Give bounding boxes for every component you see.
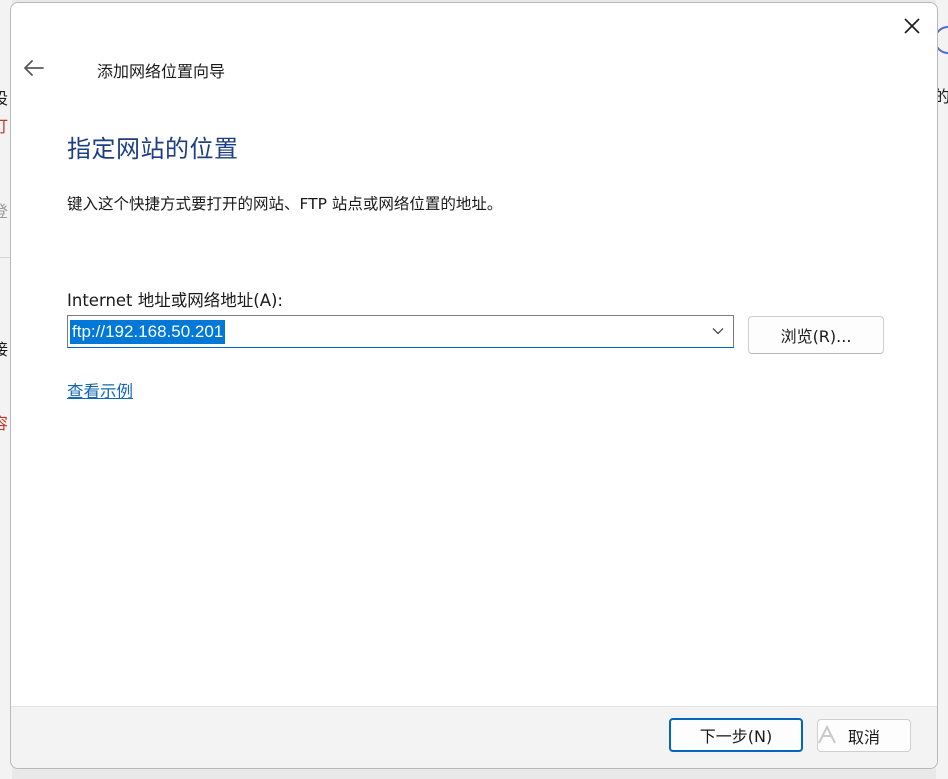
cancel-button[interactable]: 取消	[817, 719, 911, 752]
background-text-fragment: 设	[0, 90, 9, 108]
address-label: Internet 地址或网络地址(A):	[67, 291, 283, 310]
close-icon	[904, 18, 920, 34]
address-dropdown-button[interactable]	[707, 320, 729, 342]
address-combobox[interactable]: ftp://192.168.50.201	[67, 315, 734, 348]
background-text-fragment: 打	[0, 118, 9, 136]
address-input-value[interactable]: ftp://192.168.50.201	[70, 319, 226, 344]
view-examples-link[interactable]: 查看示例	[67, 378, 133, 402]
arrow-left-icon	[24, 60, 44, 76]
instruction-text: 键入这个快捷方式要打开的网站、FTP 站点或网络位置的地址。	[67, 195, 503, 213]
back-button[interactable]	[19, 51, 49, 85]
browse-button[interactable]: 浏览(R)...	[748, 316, 884, 354]
background-text-fragment: 接	[0, 341, 9, 359]
chevron-down-icon	[712, 328, 724, 335]
page-heading: 指定网站的位置	[67, 135, 239, 163]
background-text-fragment: 登	[0, 203, 9, 221]
background-text-fragment: 容	[0, 415, 9, 433]
next-button[interactable]: 下一步(N)	[669, 718, 803, 752]
add-network-location-wizard: 添加网络位置向导 指定网站的位置 键入这个快捷方式要打开的网站、FTP 站点或网…	[10, 2, 938, 769]
wizard-title: 添加网络位置向导	[97, 62, 226, 81]
close-button[interactable]	[895, 9, 929, 43]
